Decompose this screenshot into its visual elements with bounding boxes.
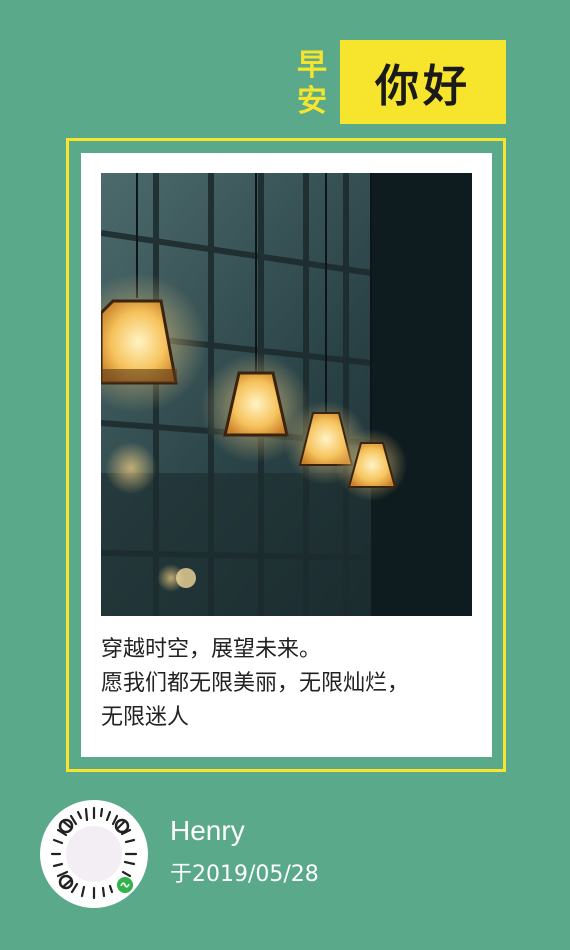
pendant-lamps-illustration — [101, 173, 472, 616]
greeting-main: 你好 — [375, 61, 471, 112]
greeting-small-top: 早 — [297, 48, 327, 83]
greeting-box: 你好 — [340, 40, 506, 124]
poster-card: 穿越时空，展望未来。 愿我们都无限美丽，无限灿烂， 无限迷人 — [81, 153, 492, 757]
pendant-lamps-image — [101, 173, 472, 616]
caption-line-2: 愿我们都无限美丽，无限灿烂， — [101, 671, 410, 696]
mini-program-code-icon[interactable] — [40, 800, 148, 908]
caption-line-3: 无限迷人 — [101, 705, 190, 730]
greeting-small-bottom: 安 — [297, 84, 327, 119]
post-date: 于2019/05/28 — [170, 862, 319, 887]
author-name: Henry — [170, 815, 245, 846]
caption-text: 穿越时空，展望未来。 愿我们都无限美丽，无限灿烂， 无限迷人 — [101, 633, 481, 735]
caption-line-1: 穿越时空，展望未来。 — [101, 637, 322, 662]
greeting-small: 早 安 — [290, 48, 334, 120]
